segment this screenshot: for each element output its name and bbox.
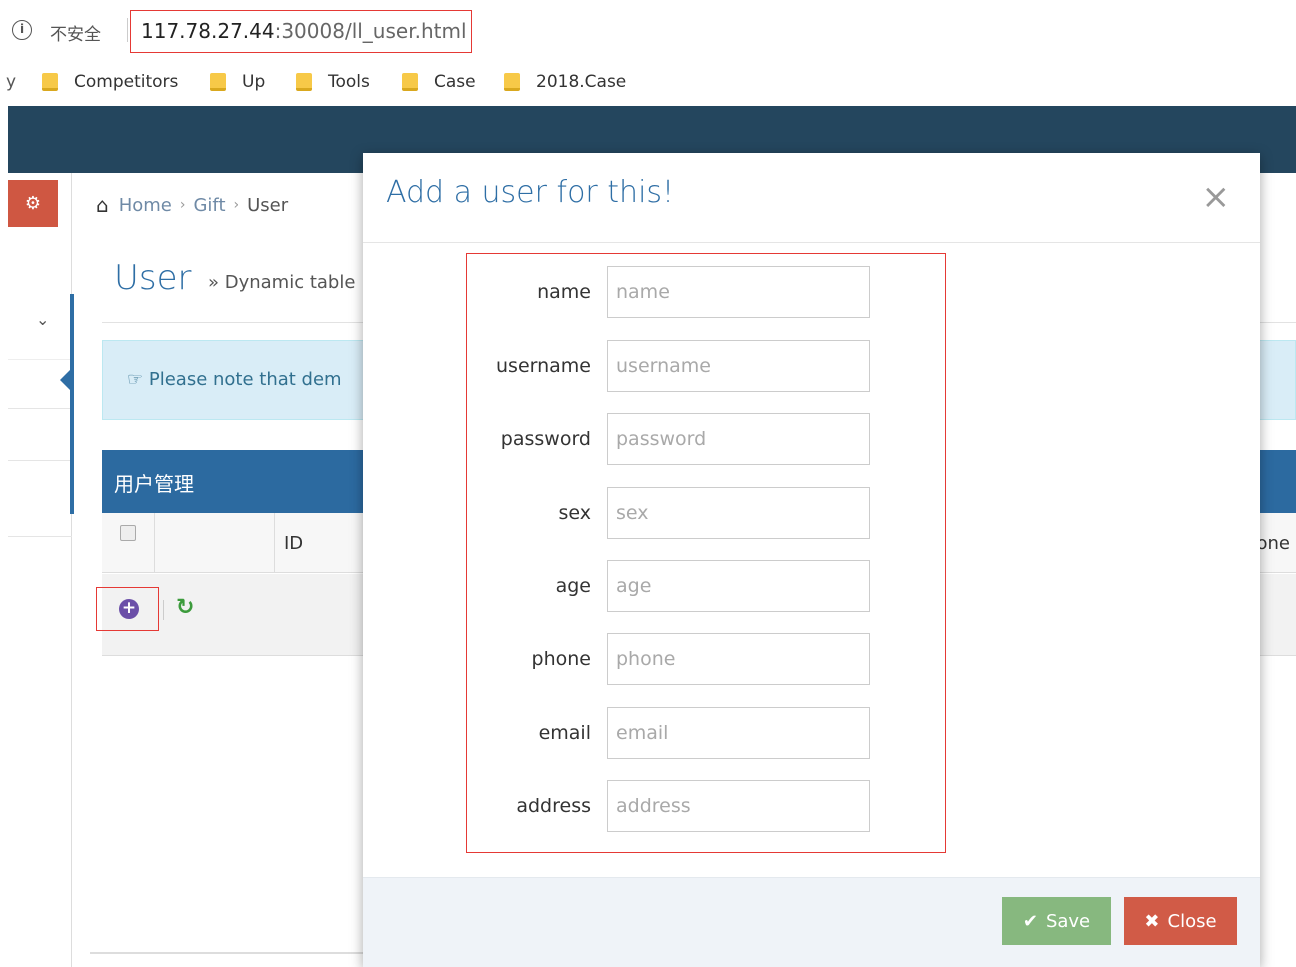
age-input[interactable] <box>607 560 870 612</box>
bookmark-label: Competitors <box>74 72 179 92</box>
column-header-id[interactable]: ID <box>284 533 303 554</box>
form-row-sex: sex <box>467 487 947 539</box>
shortcuts-button[interactable]: ⚙ <box>8 180 58 227</box>
bookmark-label: Tools <box>328 72 370 92</box>
table-widget-title: 用户管理 <box>114 472 194 496</box>
phone-label: phone <box>531 648 591 670</box>
save-button[interactable]: ✔ Save <box>1002 897 1111 945</box>
folder-icon <box>296 73 312 91</box>
url-path: :30008/ll_user.html <box>274 19 467 43</box>
plus-circle-icon: + <box>119 599 139 619</box>
form-row-address: address <box>467 780 947 832</box>
password-label: password <box>500 428 591 450</box>
breadcrumb-separator: › <box>233 197 240 213</box>
username-input[interactable] <box>607 340 870 392</box>
modal-header: Add a user for this! × <box>363 153 1260 243</box>
bookmark-competitors[interactable]: Competitors <box>42 70 178 94</box>
bookmark-label: Case <box>434 72 476 92</box>
bookmark-label: Up <box>242 72 266 92</box>
breadcrumb-separator: › <box>179 197 186 213</box>
form-row-email: email <box>467 707 947 759</box>
bookmark-up[interactable]: Up <box>210 70 265 94</box>
breadcrumb-home[interactable]: Home <box>119 195 172 216</box>
breadcrumb-gift[interactable]: Gift <box>193 195 225 216</box>
form-row-username: username <box>467 340 947 392</box>
breadcrumb-current: User <box>247 194 289 216</box>
form-row-phone: phone <box>467 633 947 685</box>
toolbar-divider <box>163 600 164 620</box>
column-divider <box>154 513 155 573</box>
info-icon[interactable]: i <box>12 20 32 40</box>
username-label: username <box>496 355 591 377</box>
close-button[interactable]: ✖ Close <box>1124 897 1237 945</box>
bookmark-cut-off[interactable]: y <box>6 72 16 92</box>
cogs-icon: ⚙ <box>24 193 42 214</box>
content-bottom-divider <box>90 952 380 954</box>
insecure-label[interactable]: 不安全 <box>50 20 101 45</box>
bookmark-label: 2018.Case <box>536 72 627 92</box>
refresh-icon[interactable]: ↻ <box>176 595 194 620</box>
add-user-modal: Add a user for this! × name username pas… <box>363 153 1260 967</box>
home-icon[interactable]: ⌂ <box>96 193 109 217</box>
sidebar-divider <box>8 536 72 537</box>
form-row-name: name <box>467 266 947 318</box>
url-host: 117.78.27.44 <box>141 19 275 43</box>
form-row-password: password <box>467 413 947 465</box>
sidebar-active-arrow <box>60 366 74 394</box>
left-sidebar <box>8 173 72 967</box>
age-label: age <box>555 575 591 597</box>
sex-label: sex <box>558 502 592 524</box>
select-all-checkbox[interactable] <box>120 525 136 541</box>
address-input[interactable] <box>607 780 870 832</box>
page-title: User <box>114 258 192 298</box>
email-input[interactable] <box>607 707 870 759</box>
column-divider <box>274 513 275 573</box>
name-label: name <box>537 281 591 303</box>
email-label: email <box>538 722 591 744</box>
bookmark-case[interactable]: Case <box>402 70 476 94</box>
folder-icon <box>42 73 58 91</box>
address-label: address <box>516 795 591 817</box>
url-divider <box>127 18 128 42</box>
close-icon[interactable]: × <box>1202 177 1231 217</box>
info-alert-text: ☞ Please note that dem <box>127 369 342 390</box>
save-label: Save <box>1045 910 1091 932</box>
column-header-phone[interactable]: one <box>1257 533 1291 554</box>
page-subtitle: » Dynamic table <box>208 272 356 293</box>
sidebar-divider <box>8 408 72 409</box>
folder-icon <box>504 73 520 91</box>
bookmarks-bar: y Competitors Up Tools Case 2018.Case <box>0 60 1296 104</box>
browser-address-bar: i 不安全 117.78.27.44:30008/ll_user.html <box>0 0 1296 60</box>
breadcrumb: ⌂ Home › Gift › User <box>96 190 288 220</box>
chevron-down-icon[interactable]: ⌄ <box>36 310 49 329</box>
form-row-age: age <box>467 560 947 612</box>
times-icon: ✖ <box>1144 910 1160 932</box>
folder-icon <box>210 73 226 91</box>
sex-input[interactable] <box>607 487 870 539</box>
user-form: name username password sex age phone ema… <box>466 253 946 853</box>
check-icon: ✔ <box>1022 910 1038 932</box>
folder-icon <box>402 73 418 91</box>
modal-title: Add a user for this! <box>386 175 675 210</box>
sidebar-active-indicator <box>70 294 74 514</box>
name-input[interactable] <box>607 266 870 318</box>
password-input[interactable] <box>607 413 870 465</box>
bookmark-tools[interactable]: Tools <box>296 70 370 94</box>
modal-footer: ✔ Save ✖ Close <box>363 877 1260 967</box>
bookmark-2018-case[interactable]: 2018.Case <box>504 70 626 94</box>
close-label: Close <box>1167 910 1217 932</box>
add-user-button[interactable]: + <box>96 587 159 631</box>
sidebar-divider <box>8 460 72 461</box>
url-field[interactable]: 117.78.27.44:30008/ll_user.html <box>130 10 472 53</box>
phone-input[interactable] <box>607 633 870 685</box>
